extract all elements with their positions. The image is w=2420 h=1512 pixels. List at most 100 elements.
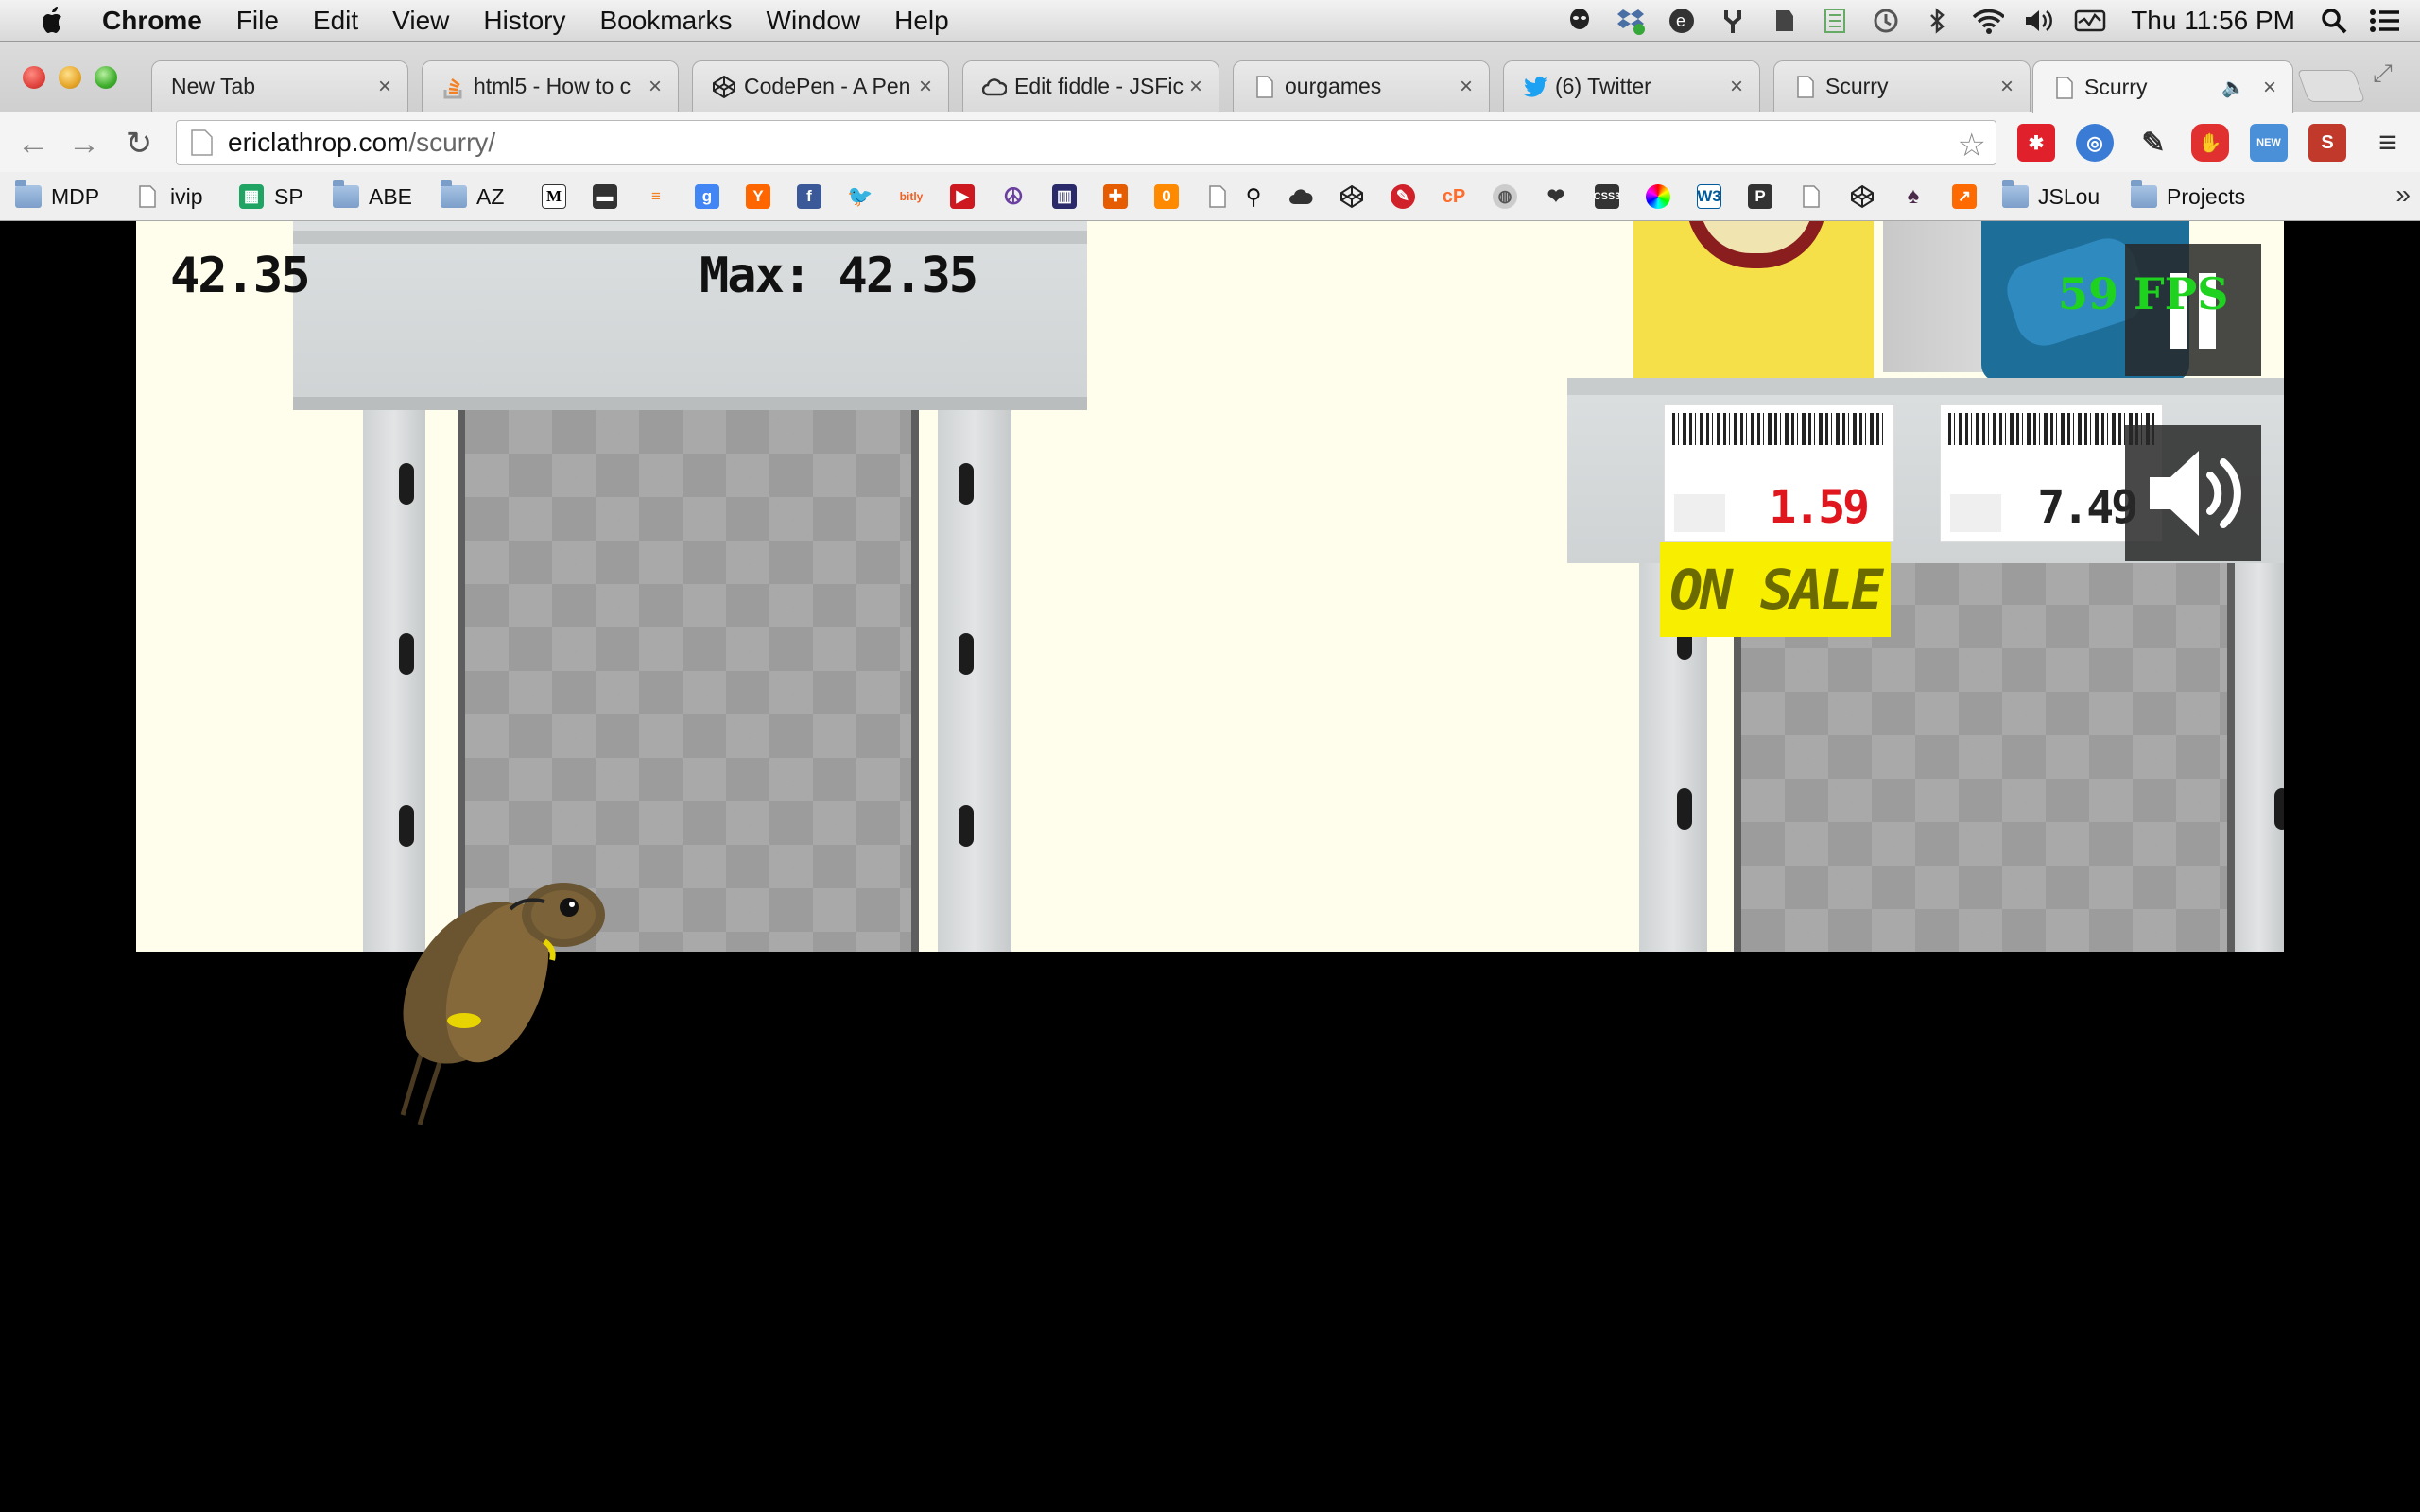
- bookmark-heart[interactable]: ❤: [1543, 181, 1579, 212]
- lastpass-icon[interactable]: ✱: [2017, 124, 2055, 162]
- codepen-icon: [712, 75, 736, 99]
- bookmark-plus[interactable]: ✚: [1102, 181, 1138, 212]
- bookmark-page-2[interactable]: [1798, 181, 1834, 212]
- tab-close-icon[interactable]: ×: [1186, 74, 1205, 100]
- bookmark-p[interactable]: P: [1747, 181, 1783, 212]
- evernote-e-icon[interactable]: e: [1666, 5, 1698, 37]
- twitter-icon: 🐦: [847, 184, 873, 208]
- spotlight-icon[interactable]: [2318, 5, 2350, 37]
- bookmark-css3[interactable]: CSS3: [1594, 181, 1630, 212]
- bookmark-codepen[interactable]: [1339, 181, 1374, 212]
- tab-strip: New Tab × html5 - How to c × CodePen - A…: [0, 42, 2420, 113]
- menu-window[interactable]: Window: [767, 6, 861, 36]
- tab-close-icon[interactable]: ×: [646, 74, 665, 100]
- notification-center-icon[interactable]: [2369, 5, 2401, 37]
- bookmark-terminal[interactable]: ▬: [592, 181, 628, 212]
- tab-close-icon[interactable]: ×: [1457, 74, 1476, 100]
- bookmark-orange[interactable]: 0: [1153, 181, 1189, 212]
- tab-close-icon[interactable]: ×: [375, 74, 394, 100]
- tab-ourgames[interactable]: ourgames ×: [1233, 60, 1490, 112]
- bookmark-sp[interactable]: ▦ SP: [238, 181, 303, 212]
- tab-twitter[interactable]: (6) Twitter ×: [1503, 60, 1760, 112]
- bookmark-ivip[interactable]: ivip: [134, 181, 203, 212]
- bookmark-folder-projects[interactable]: Projects: [2131, 180, 2245, 212]
- wifi-icon[interactable]: [1972, 5, 2005, 37]
- tab-close-icon[interactable]: ×: [2260, 75, 2279, 101]
- bookmark-hackernews[interactable]: Y: [745, 181, 781, 212]
- bookmark-gift[interactable]: ▥: [1051, 181, 1087, 212]
- tab-jsfiddle[interactable]: Edit fiddle - JSFic ×: [962, 60, 1219, 112]
- minimize-window-button[interactable]: [59, 66, 81, 89]
- bluetooth-icon[interactable]: [1921, 5, 1953, 37]
- back-button[interactable]: ←: [15, 126, 51, 162]
- price-tag-box: [1674, 494, 1725, 532]
- tab-codepen[interactable]: CodePen - A Pen ×: [692, 60, 949, 112]
- bookmark-page[interactable]: [1204, 181, 1240, 212]
- menu-app-name[interactable]: Chrome: [102, 6, 202, 36]
- menu-view[interactable]: View: [392, 6, 449, 36]
- menu-help[interactable]: Help: [894, 6, 949, 36]
- bookmark-codepen-2[interactable]: [1849, 181, 1885, 212]
- time-machine-icon[interactable]: [1870, 5, 1902, 37]
- bookmark-w3[interactable]: W3: [1696, 181, 1732, 212]
- tab-close-icon[interactable]: ×: [1727, 74, 1746, 100]
- bookmark-youtube[interactable]: ▶: [949, 181, 985, 212]
- bookmark-color-wheel[interactable]: [1645, 181, 1681, 212]
- tab-scurry-active[interactable]: Scurry 🔈 ×: [2032, 60, 2293, 113]
- scribefire-icon[interactable]: S: [2308, 124, 2346, 162]
- fullscreen-icon[interactable]: ⤢: [2373, 59, 2393, 89]
- dashlane-icon[interactable]: ◎: [2076, 124, 2114, 162]
- tab-stackoverflow[interactable]: html5 - How to c ×: [422, 60, 679, 112]
- chrome-menu-icon[interactable]: ≡: [2369, 124, 2407, 162]
- bookmark-pin[interactable]: ⚲: [1240, 181, 1276, 212]
- bookmark-folder-mdp[interactable]: MDP: [15, 180, 99, 212]
- menu-bookmarks[interactable]: Bookmarks: [599, 6, 732, 36]
- bookmark-folder-abe[interactable]: ABE: [333, 180, 412, 212]
- bookmark-stackoverflow[interactable]: ≡: [643, 181, 679, 212]
- menu-edit[interactable]: Edit: [313, 6, 358, 36]
- tab-new-tab[interactable]: New Tab ×: [151, 60, 408, 112]
- bookmark-folder-az[interactable]: AZ: [441, 180, 504, 212]
- menu-clock[interactable]: Thu 11:56 PM: [2131, 6, 2295, 36]
- alien-icon[interactable]: [1564, 5, 1596, 37]
- tab-close-icon[interactable]: ×: [1997, 74, 2016, 100]
- menu-file[interactable]: File: [236, 6, 279, 36]
- activity-monitor-icon[interactable]: [2074, 5, 2106, 37]
- bookmark-peace[interactable]: ☮: [1000, 181, 1036, 212]
- sound-toggle-button[interactable]: [2125, 425, 2261, 561]
- new-tab-button[interactable]: [2296, 70, 2366, 102]
- menu-history[interactable]: History: [483, 6, 565, 36]
- bookmark-jsfiddle[interactable]: [1288, 181, 1323, 212]
- bitly-icon: bitly: [899, 190, 924, 203]
- bookmarks-overflow-icon[interactable]: »: [2395, 180, 2411, 210]
- bookmark-facebook[interactable]: f: [796, 181, 832, 212]
- bookmark-globe[interactable]: ◍: [1492, 181, 1528, 212]
- bookmark-twitter[interactable]: 🐦: [847, 181, 883, 212]
- bookmark-star-icon[interactable]: ☆: [1958, 127, 1986, 164]
- bookmark-bitly[interactable]: bitly: [898, 181, 934, 212]
- tab-scurry[interactable]: Scurry ×: [1773, 60, 2031, 112]
- volume-icon[interactable]: [2023, 5, 2055, 37]
- eyedropper-icon[interactable]: ✎: [2135, 124, 2172, 162]
- bookmark-chart[interactable]: ↗: [1951, 181, 1987, 212]
- adblock-icon[interactable]: ✋: [2191, 124, 2229, 162]
- zoom-window-button[interactable]: [95, 66, 117, 89]
- game-canvas[interactable]: 1.59 7.49 ON SALE 42.35 Max: 42.35 59 FP…: [136, 221, 2284, 952]
- address-bar[interactable]: ericlathrop.com/scurry/ ☆: [176, 120, 1996, 165]
- apple-icon[interactable]: [36, 4, 70, 38]
- tab-close-icon[interactable]: ×: [916, 74, 935, 100]
- bookmark-medium[interactable]: M: [541, 181, 577, 212]
- fork-icon[interactable]: [1717, 5, 1749, 37]
- bookmark-red-circle[interactable]: ✎: [1390, 181, 1426, 212]
- dropbox-icon[interactable]: [1615, 5, 1647, 37]
- close-window-button[interactable]: [23, 66, 45, 89]
- new-badge-icon[interactable]: NEW: [2250, 124, 2288, 162]
- bookmark-octopus[interactable]: ♠: [1900, 181, 1936, 212]
- bookmark-cpanel[interactable]: cP: [1441, 181, 1477, 212]
- list-icon[interactable]: [1819, 5, 1851, 37]
- bookmark-google[interactable]: g: [694, 181, 730, 212]
- evernote-icon[interactable]: [1768, 5, 1800, 37]
- bookmark-folder-jslou[interactable]: JSLou: [2002, 180, 2100, 212]
- reload-button[interactable]: ↻: [121, 126, 157, 162]
- forward-button[interactable]: →: [66, 126, 102, 162]
